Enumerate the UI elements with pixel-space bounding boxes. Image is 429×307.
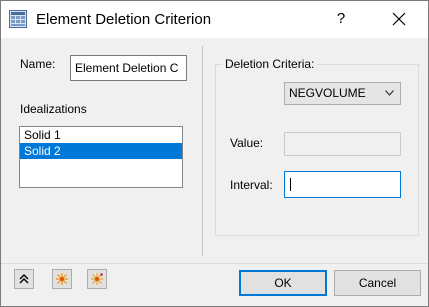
criteria-dropdown[interactable]: NEGVOLUME <box>284 82 401 105</box>
name-field[interactable]: Element Deletion C <box>70 55 187 81</box>
idealizations-list[interactable]: Solid 1 Solid 2 <box>19 126 183 188</box>
dialog-content: Name: Element Deletion C Idealizations S… <box>1 38 428 306</box>
footer-divider <box>1 263 428 264</box>
sparkle-multi-button[interactable] <box>87 269 107 289</box>
value-label: Value: <box>230 136 264 150</box>
close-icon <box>392 12 406 26</box>
window-title: Element Deletion Criterion <box>36 11 212 28</box>
interval-field[interactable] <box>284 171 401 198</box>
dialog-window: Element Deletion Criterion ? Name: Eleme… <box>0 0 429 307</box>
app-icon <box>9 10 27 28</box>
interval-label: Interval: <box>230 178 273 192</box>
chevron-down-icon <box>385 90 394 96</box>
sparkle-icon <box>56 273 68 285</box>
text-caret <box>290 178 291 191</box>
value-field[interactable] <box>284 132 401 156</box>
help-button[interactable]: ? <box>327 5 355 33</box>
collapse-up-icon <box>19 274 29 284</box>
title-bar[interactable]: Element Deletion Criterion ? <box>1 1 428 38</box>
criteria-dropdown-value: NEGVOLUME <box>289 86 366 100</box>
sparkle-multi-icon <box>91 273 103 285</box>
list-item-solid-2[interactable]: Solid 2 <box>20 143 182 159</box>
name-label: Name: <box>20 57 56 71</box>
vertical-divider <box>202 46 203 256</box>
list-item-solid-1[interactable]: Solid 1 <box>20 127 182 143</box>
cancel-button[interactable]: Cancel <box>334 270 421 296</box>
idealizations-label: Idealizations <box>20 102 87 116</box>
ok-button[interactable]: OK <box>239 270 327 296</box>
close-button[interactable] <box>379 5 419 33</box>
sparkle-button[interactable] <box>52 269 72 289</box>
collapse-button[interactable] <box>14 269 34 289</box>
deletion-criteria-title: Deletion Criteria: <box>222 57 318 71</box>
